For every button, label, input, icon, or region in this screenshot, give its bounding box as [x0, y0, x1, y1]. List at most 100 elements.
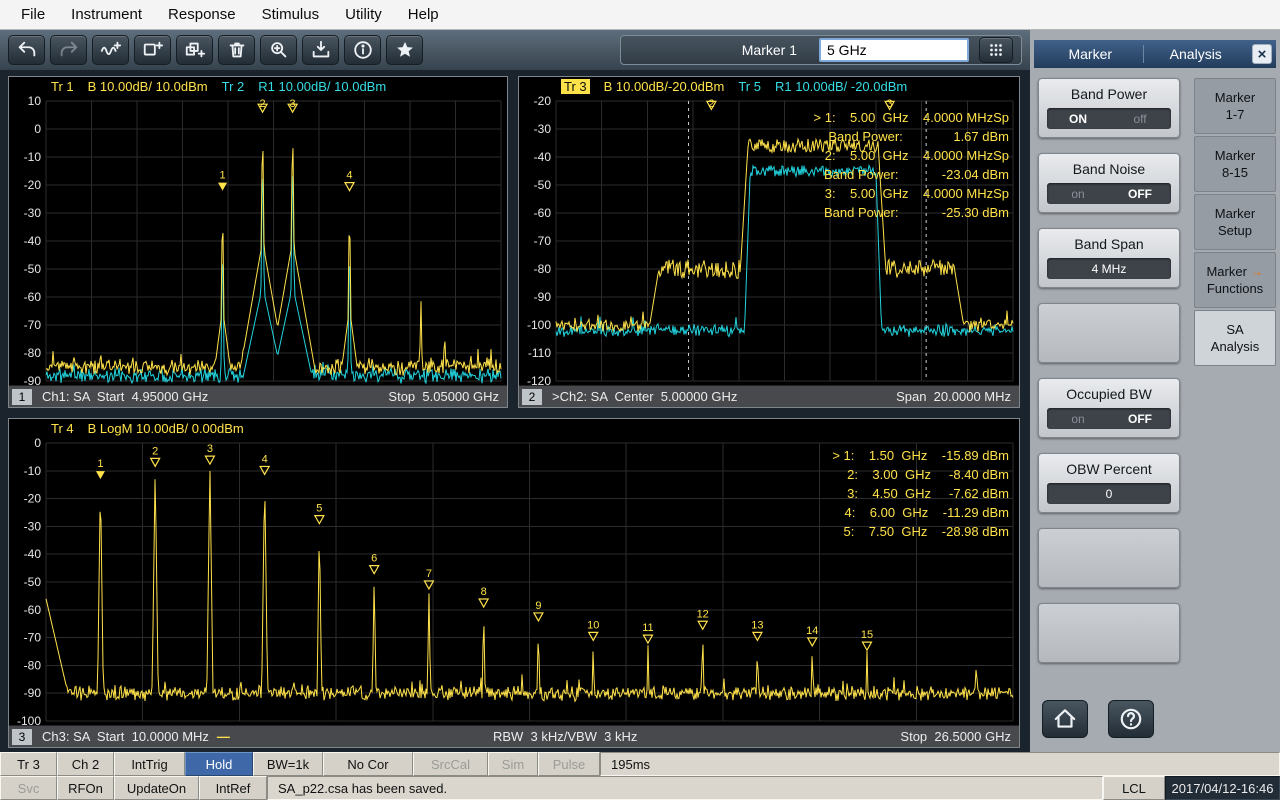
window-number-badge: 2 — [522, 389, 542, 405]
panel-bottom-icons — [1042, 700, 1154, 738]
chart2-header: Tr 3 B 10.00dB/-20.0dBm Tr 5 R1 10.00dB/ -2… — [519, 77, 1019, 96]
menu-instrument[interactable]: Instrument — [58, 2, 155, 27]
copy-channel-icon[interactable] — [176, 35, 213, 65]
y-tick-label: 10 — [28, 96, 42, 108]
y-tick-label: -20 — [24, 492, 42, 506]
tab-marker-setup[interactable]: MarkerSetup — [1194, 194, 1276, 250]
trace-title[interactable]: B LogM 10.00dB/ 0.00dBm — [88, 421, 244, 436]
status-rfon[interactable]: RFOn — [57, 776, 114, 800]
plot-svg[interactable]: 100-10-20-30-40-50-60-70-80-901234 — [9, 96, 507, 385]
add-trace-icon[interactable] — [92, 35, 129, 65]
save-icon[interactable] — [302, 35, 339, 65]
softkey-value-text: 0 — [1047, 487, 1171, 501]
softkey-band-power[interactable]: Band PowerONoff — [1038, 78, 1180, 138]
status-no-cor[interactable]: No Cor — [323, 752, 413, 776]
status-ch-2[interactable]: Ch 2 — [57, 752, 114, 776]
marker-6[interactable] — [370, 566, 379, 574]
marker-4[interactable] — [345, 183, 354, 191]
y-tick-label: -30 — [534, 122, 552, 136]
marker-3[interactable] — [205, 456, 214, 464]
add-window-icon[interactable] — [134, 35, 171, 65]
sa-window-1: Tr 1 B 10.00dB/ 10.0dBm Tr 2 R1 10.00dB/ 10… — [8, 76, 508, 408]
panel-tab-marker[interactable]: Marker — [1038, 46, 1143, 62]
favorites-icon[interactable] — [386, 35, 423, 65]
softkey-column: Band PowerONoff Band NoiseonOFF Band Span4… — [1038, 78, 1188, 678]
marker-number: 3 — [290, 98, 296, 110]
menu-help[interactable]: Help — [395, 2, 452, 27]
tab-line2: 1-7 — [1226, 106, 1245, 123]
home-icon[interactable] — [1042, 700, 1088, 738]
chart1-plot[interactable]: 100-10-20-30-40-50-60-70-80-901234 — [9, 96, 507, 385]
status-intref[interactable]: IntRef — [199, 776, 267, 800]
trace-title[interactable]: Tr 5 — [738, 79, 761, 94]
tab-sa-analysis[interactable]: SAAnalysis — [1194, 310, 1276, 366]
marker-14[interactable] — [808, 638, 817, 646]
sa-window-2: Tr 3 B 10.00dB/-20.0dBm Tr 5 R1 10.00dB/ -2… — [518, 76, 1020, 408]
toggle-off-label: OFF — [1109, 412, 1171, 426]
marker-10[interactable] — [589, 632, 598, 640]
trace-title[interactable]: R1 10.00dB/ 10.0dBm — [258, 79, 386, 94]
marker-9[interactable] — [534, 613, 543, 621]
marker-number: 13 — [751, 619, 763, 631]
footer-right: Span 20.0000 MHz — [896, 389, 1011, 404]
trace-title[interactable]: Tr 4 — [51, 421, 74, 436]
close-icon[interactable]: × — [1252, 44, 1272, 64]
menu-stimulus[interactable]: Stimulus — [249, 2, 333, 27]
status-hold[interactable]: Hold — [185, 752, 253, 776]
marker-readout: > 1: 5.00 GHz 4.0000 MHzSp Band Power: 1… — [814, 108, 1009, 222]
menu-file[interactable]: File — [8, 2, 58, 27]
trace-title[interactable]: Tr 1 — [51, 79, 74, 94]
softkey-band-noise[interactable]: Band NoiseonOFF — [1038, 153, 1180, 213]
marker-11[interactable] — [643, 635, 652, 643]
marker-1[interactable] — [218, 183, 227, 191]
marker-number: 14 — [806, 625, 818, 637]
y-tick-label: -60 — [24, 290, 42, 304]
marker-15[interactable] — [862, 642, 871, 650]
marker-12[interactable] — [698, 621, 707, 629]
marker-2[interactable] — [151, 458, 160, 466]
keypad-icon[interactable] — [979, 37, 1013, 63]
toggle-off-label: OFF — [1109, 187, 1171, 201]
status-lcl[interactable]: LCL — [1103, 776, 1165, 800]
tab-marker-functions[interactable]: Marker →Functions — [1194, 252, 1276, 308]
status-inttrig[interactable]: IntTrig — [114, 752, 185, 776]
softkey-label: OBW Percent — [1066, 461, 1152, 477]
marker-value-input[interactable] — [819, 38, 969, 62]
trace-title[interactable]: R1 10.00dB/ -20.0dBm — [775, 79, 907, 94]
status-updateon[interactable]: UpdateOn — [114, 776, 199, 800]
softkey-state: 0 — [1047, 483, 1171, 504]
footer-center: RBW 3 kHz/VBW 3 kHz — [230, 729, 901, 744]
y-tick-label: -10 — [24, 150, 42, 164]
menu-utility[interactable]: Utility — [332, 2, 395, 27]
softkey-obw-percent[interactable]: OBW Percent 0 — [1038, 453, 1180, 513]
marker-13[interactable] — [753, 632, 762, 640]
zoom-in-icon[interactable] — [260, 35, 297, 65]
help-icon[interactable] — [1108, 700, 1154, 738]
y-tick-label: -80 — [24, 346, 42, 360]
delete-icon[interactable] — [218, 35, 255, 65]
marker-5[interactable] — [315, 516, 324, 524]
undo-icon[interactable] — [8, 35, 45, 65]
y-tick-label: -60 — [534, 206, 552, 220]
chart3-plot[interactable]: 0-10-20-30-40-50-60-70-80-90-10012345678… — [9, 438, 1019, 725]
y-tick-label: -80 — [534, 262, 552, 276]
softkey-occupied-bw[interactable]: Occupied BWonOFF — [1038, 378, 1180, 438]
info-icon[interactable] — [344, 35, 381, 65]
status-bw-1k[interactable]: BW=1k — [253, 752, 323, 776]
marker-8[interactable] — [479, 599, 488, 607]
chart2-plot[interactable]: -20-30-40-50-60-70-80-90-100-110-12023> … — [519, 96, 1019, 385]
marker-1[interactable] — [96, 471, 105, 479]
tab-line2: 8-15 — [1222, 164, 1248, 181]
trace-title[interactable]: Tr 2 — [222, 79, 245, 94]
trace-title[interactable]: B 10.00dB/-20.0dBm — [604, 79, 725, 94]
toggle-on-label: on — [1047, 187, 1109, 201]
softkey-band-span[interactable]: Band Span4 MHz — [1038, 228, 1180, 288]
trace-title[interactable]: B 10.00dB/ 10.0dBm — [88, 79, 208, 94]
trace-title[interactable]: Tr 3 — [561, 79, 590, 94]
tab-marker-1-7[interactable]: Marker1-7 — [1194, 78, 1276, 134]
menu-response[interactable]: Response — [155, 2, 249, 27]
tab-marker-8-15[interactable]: Marker8-15 — [1194, 136, 1276, 192]
panel-tab-analysis[interactable]: Analysis — [1144, 46, 1249, 62]
status-tr-3[interactable]: Tr 3 — [0, 752, 57, 776]
marker-number: 2 — [152, 445, 158, 457]
